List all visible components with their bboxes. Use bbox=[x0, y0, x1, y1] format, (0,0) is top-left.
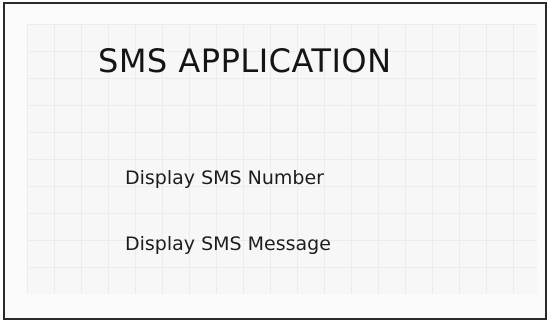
app-window: SMS APPLICATION Display SMS Number Displ… bbox=[3, 2, 547, 320]
sms-number-display: Display SMS Number bbox=[125, 167, 324, 189]
sms-message-display: Display SMS Message bbox=[125, 233, 331, 255]
app-title: SMS APPLICATION bbox=[98, 42, 392, 80]
